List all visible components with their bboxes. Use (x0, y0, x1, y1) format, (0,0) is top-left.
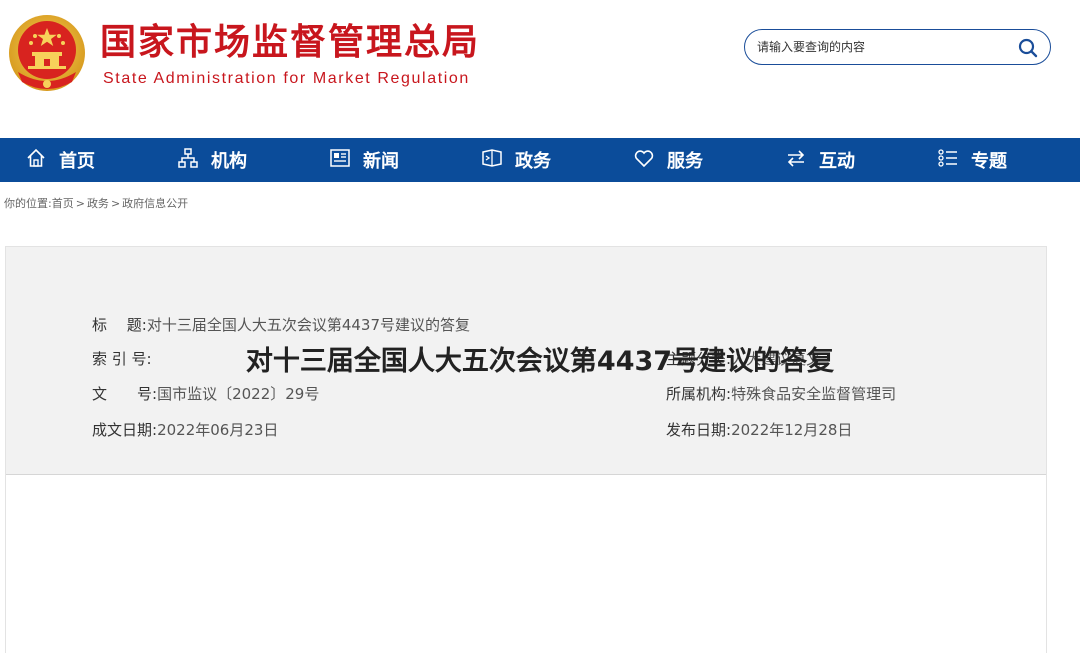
breadcrumb-separator: > (75, 196, 85, 210)
meta-published-value: 2022年12月28日 (731, 421, 853, 439)
nav-label-home: 首页 (59, 151, 95, 172)
newspaper-icon (329, 147, 363, 174)
meta-published-label: 发布日期: (666, 421, 732, 439)
nav-label-news: 新闻 (363, 151, 399, 172)
breadcrumb-gov[interactable]: 政务 (87, 195, 109, 211)
nav-item-gov[interactable]: 政务 (481, 138, 551, 182)
breadcrumb-separator: > (110, 196, 121, 210)
breadcrumb-prefix: 你的位置: (4, 197, 52, 210)
site-header: 国家市场监督管理总局 State Administration for Mark… (0, 0, 1080, 138)
meta-title-value: 对十三届全国人大五次会议第4437号建议的答复 (146, 316, 471, 334)
search-input[interactable] (757, 36, 1007, 58)
meta-org-row: 所属机构:特殊食品安全监督管理司 (666, 383, 896, 405)
main-nav: 首页 机构 新闻 政务 服务 互动 专题 (0, 138, 1080, 182)
meta-org-label: 所属机构: (666, 385, 732, 403)
nav-label-interact: 互动 (819, 151, 855, 172)
meta-created-row: 成文日期:2022年06月23日 (92, 419, 278, 441)
nav-item-news[interactable]: 新闻 (329, 138, 399, 182)
meta-title-row: 标 题:对十三届全国人大五次会议第4437号建议的答复 (92, 314, 470, 336)
meta-created-value: 2022年06月23日 (157, 421, 279, 439)
nav-item-topic[interactable]: 专题 (937, 138, 1007, 182)
breadcrumb: 你的位置: 首页 > 政务 > 政府信息公开 (4, 194, 188, 212)
org-chart-icon (177, 147, 211, 174)
meta-doc-label: 文 号: (92, 385, 158, 403)
meta-doc-value: 国市监议〔2022〕29号 (157, 385, 320, 403)
national-emblem-icon[interactable] (8, 12, 86, 94)
home-icon (25, 147, 59, 174)
meta-org-value: 特殊食品安全监督管理司 (731, 385, 897, 403)
nav-label-service: 服务 (667, 151, 703, 172)
site-title-en[interactable]: State Administration for Market Regulati… (103, 68, 523, 90)
nav-label-gov: 政务 (515, 151, 551, 172)
article-title: 对十三届全国人大五次会议第4437号建议的答复 (245, 346, 835, 377)
nav-label-topic: 专题 (971, 151, 1007, 172)
meta-published-row: 发布日期:2022年12月28日 (666, 419, 852, 441)
meta-doc-row: 文 号:国市监议〔2022〕29号 (92, 383, 319, 405)
nav-label-org: 机构 (211, 151, 247, 172)
page: 国家市场监督管理总局 State Administration for Mark… (0, 0, 1080, 653)
article-container: 标 题:对十三届全国人大五次会议第4437号建议的答复 索 引 号: 主题分类:… (5, 246, 1047, 653)
breadcrumb-info-disclosure[interactable]: 政府信息公开 (122, 195, 188, 211)
list-topic-icon (937, 147, 971, 174)
site-title-cn[interactable]: 国家市场监督管理总局 (100, 18, 520, 68)
nav-item-home[interactable]: 首页 (25, 138, 95, 182)
meta-title-label: 标 题: (92, 316, 147, 334)
search-icon[interactable] (1018, 38, 1038, 58)
government-affairs-icon (481, 147, 515, 174)
nav-item-interact[interactable]: 互动 (785, 138, 855, 182)
exchange-arrows-icon (785, 147, 819, 174)
nav-item-org[interactable]: 机构 (177, 138, 247, 182)
breadcrumb-home[interactable]: 首页 (52, 195, 74, 211)
heart-icon (633, 147, 667, 174)
search-box (744, 29, 1051, 65)
meta-created-label: 成文日期: (92, 421, 158, 439)
nav-item-service[interactable]: 服务 (633, 138, 703, 182)
